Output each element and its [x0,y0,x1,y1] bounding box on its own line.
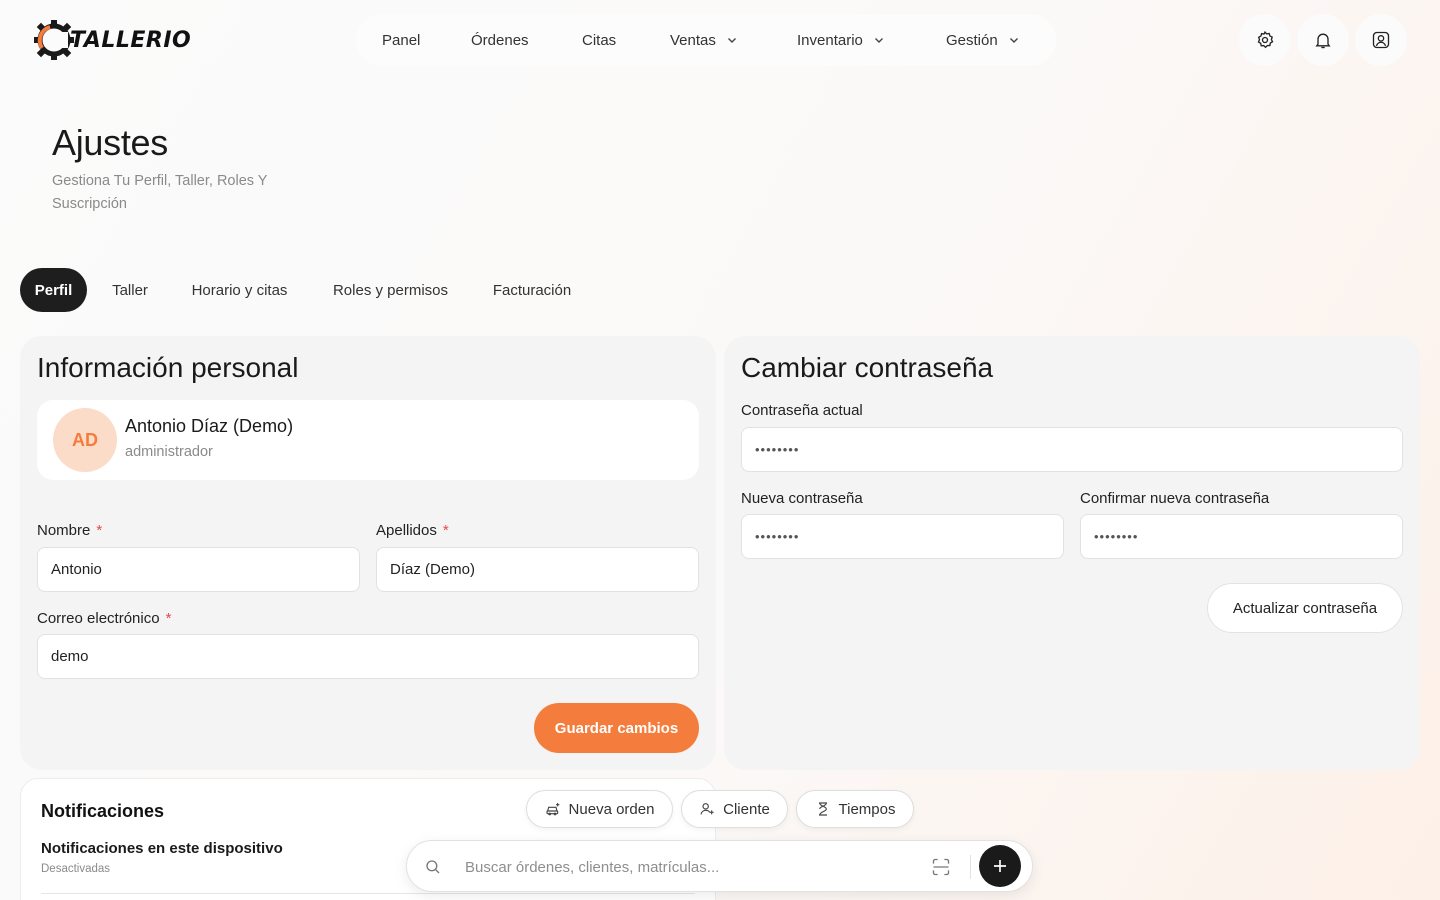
avatar: AD [53,408,117,472]
new-password-label: Nueva contraseña [741,490,863,507]
tab-label: Facturación [492,281,572,299]
label-text: Nombre [37,522,91,539]
profile-name: Antonio Díaz (Demo) [125,416,294,436]
divider [970,855,971,879]
notifications-title: Notificaciones [41,801,165,821]
tab-label: Perfil [34,281,73,299]
car-plus-icon [545,803,559,816]
required-mark: * [96,522,103,539]
tab-perfil[interactable]: Perfil [20,268,87,312]
nav-item-inventario[interactable]: Inventario [797,14,885,66]
main-nav: Panel Órdenes Citas Ventas Inventario Ge… [356,14,1056,66]
tab-horario-y-citas[interactable]: Horario y citas [173,268,306,312]
required-mark: * [165,610,172,627]
last-name-field[interactable] [376,547,699,592]
scan-icon[interactable] [931,857,951,877]
card-title: Cambiar contraseña [741,352,994,383]
last-name-label: Apellidos * [376,522,449,539]
user-icon [1372,31,1390,49]
tab-label: Roles y permisos [332,281,449,299]
notifications-button[interactable] [1297,14,1349,66]
chip-label: Nueva orden [568,800,655,818]
personal-info-card: Información personal AD Antonio Díaz (De… [20,336,716,770]
times-chip[interactable]: Tiempos [796,790,914,828]
change-password-card: Cambiar contraseña Contraseña actual Nue… [724,336,1420,770]
label-text: Apellidos [376,522,437,539]
hourglass-icon [818,802,827,816]
account-button[interactable] [1355,14,1407,66]
update-password-button[interactable]: Actualizar contraseña [1207,583,1403,633]
new-password-field[interactable] [741,514,1064,559]
new-order-chip[interactable]: Nueva orden [526,790,673,828]
chip-label: Cliente [723,800,770,818]
email-label: Correo electrónico * [37,610,171,627]
client-chip[interactable]: Cliente [681,790,788,828]
device-notifications-status: Desactivadas [41,863,111,875]
nav-item-label: Órdenes [471,31,529,49]
email-field[interactable] [37,634,699,679]
search-input[interactable] [465,853,905,881]
user-plus-icon [700,803,714,815]
settings-icon [1257,30,1274,49]
tab-facturacion[interactable]: Facturación [475,268,589,312]
profile-summary: AD Antonio Díaz (Demo) administrador [37,400,699,480]
nav-item-label: Gestión [946,31,998,49]
device-notifications-title: Notificaciones en este dispositivo [41,840,283,857]
global-search-bar [406,840,1033,892]
bell-icon [1315,33,1331,49]
search-icon [426,860,440,874]
chevron-down-icon [1009,38,1018,43]
chevron-down-icon [727,38,736,43]
divider [41,893,695,894]
tab-label: Horario y citas [191,281,288,299]
nav-item-citas[interactable]: Citas [582,14,616,66]
nav-item-label: Citas [582,31,617,49]
nav-item-label: Inventario [797,31,863,49]
required-mark: * [442,522,449,539]
page-title: Ajustes [52,122,168,163]
app-logo[interactable]: TALLERIO [32,18,191,62]
nav-item-ordenes[interactable]: Órdenes [471,14,529,66]
chevron-down-icon [874,38,883,43]
label-text: Correo electrónico [37,610,160,627]
nav-item-gestion[interactable]: Gestión [946,14,1020,66]
add-button[interactable] [979,845,1021,887]
nav-item-label: Panel [382,31,421,49]
current-password-field[interactable] [741,427,1403,472]
nav-item-panel[interactable]: Panel [382,14,420,66]
plus-icon [994,860,1006,872]
page-subtitle: Gestiona Tu Perfil, Taller, Roles Y Susc… [52,173,268,212]
brand-name: TALLERIO [70,27,192,53]
settings-button[interactable] [1239,14,1291,66]
nav-item-ventas[interactable]: Ventas [670,14,738,66]
current-password-label: Contraseña actual [741,402,863,419]
tab-label: Taller [112,281,148,299]
card-title: Información personal [37,352,299,383]
chip-label: Tiempos [838,800,896,818]
profile-role: administrador [125,444,213,460]
first-name-label: Nombre * [37,522,102,539]
confirm-password-field[interactable] [1080,514,1403,559]
first-name-field[interactable] [37,547,360,592]
nav-item-label: Ventas [670,31,716,49]
tab-taller[interactable]: Taller [97,268,163,312]
confirm-password-label: Confirmar nueva contraseña [1080,490,1270,507]
tab-roles-y-permisos[interactable]: Roles y permisos [316,268,465,312]
save-button[interactable]: Guardar cambios [534,703,699,753]
